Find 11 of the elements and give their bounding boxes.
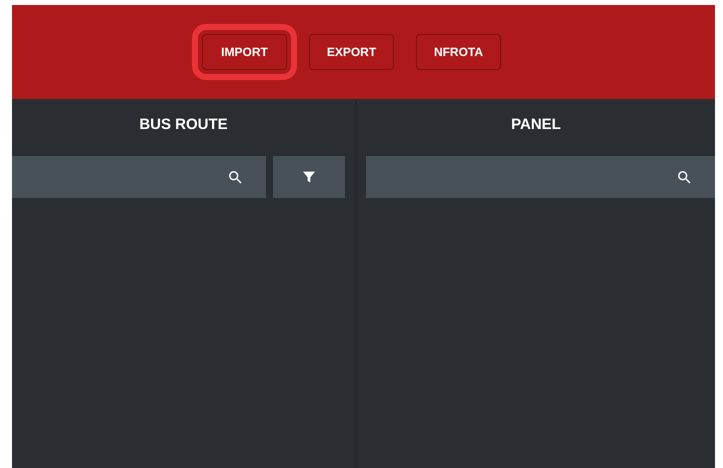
search-icon <box>227 168 244 186</box>
panel-title: BUS ROUTE <box>139 116 228 133</box>
search-field[interactable] <box>366 156 715 198</box>
filter-icon <box>301 169 317 185</box>
toolbar-button[interactable]: NFROTA <box>416 34 501 70</box>
search-field[interactable] <box>12 156 266 198</box>
search-icon <box>676 168 693 186</box>
panel-title: PANEL <box>511 116 561 133</box>
filter-button[interactable] <box>273 156 345 198</box>
toolbar-button[interactable]: IMPORT <box>202 34 287 70</box>
toolbar-button[interactable]: EXPORT <box>309 34 394 70</box>
